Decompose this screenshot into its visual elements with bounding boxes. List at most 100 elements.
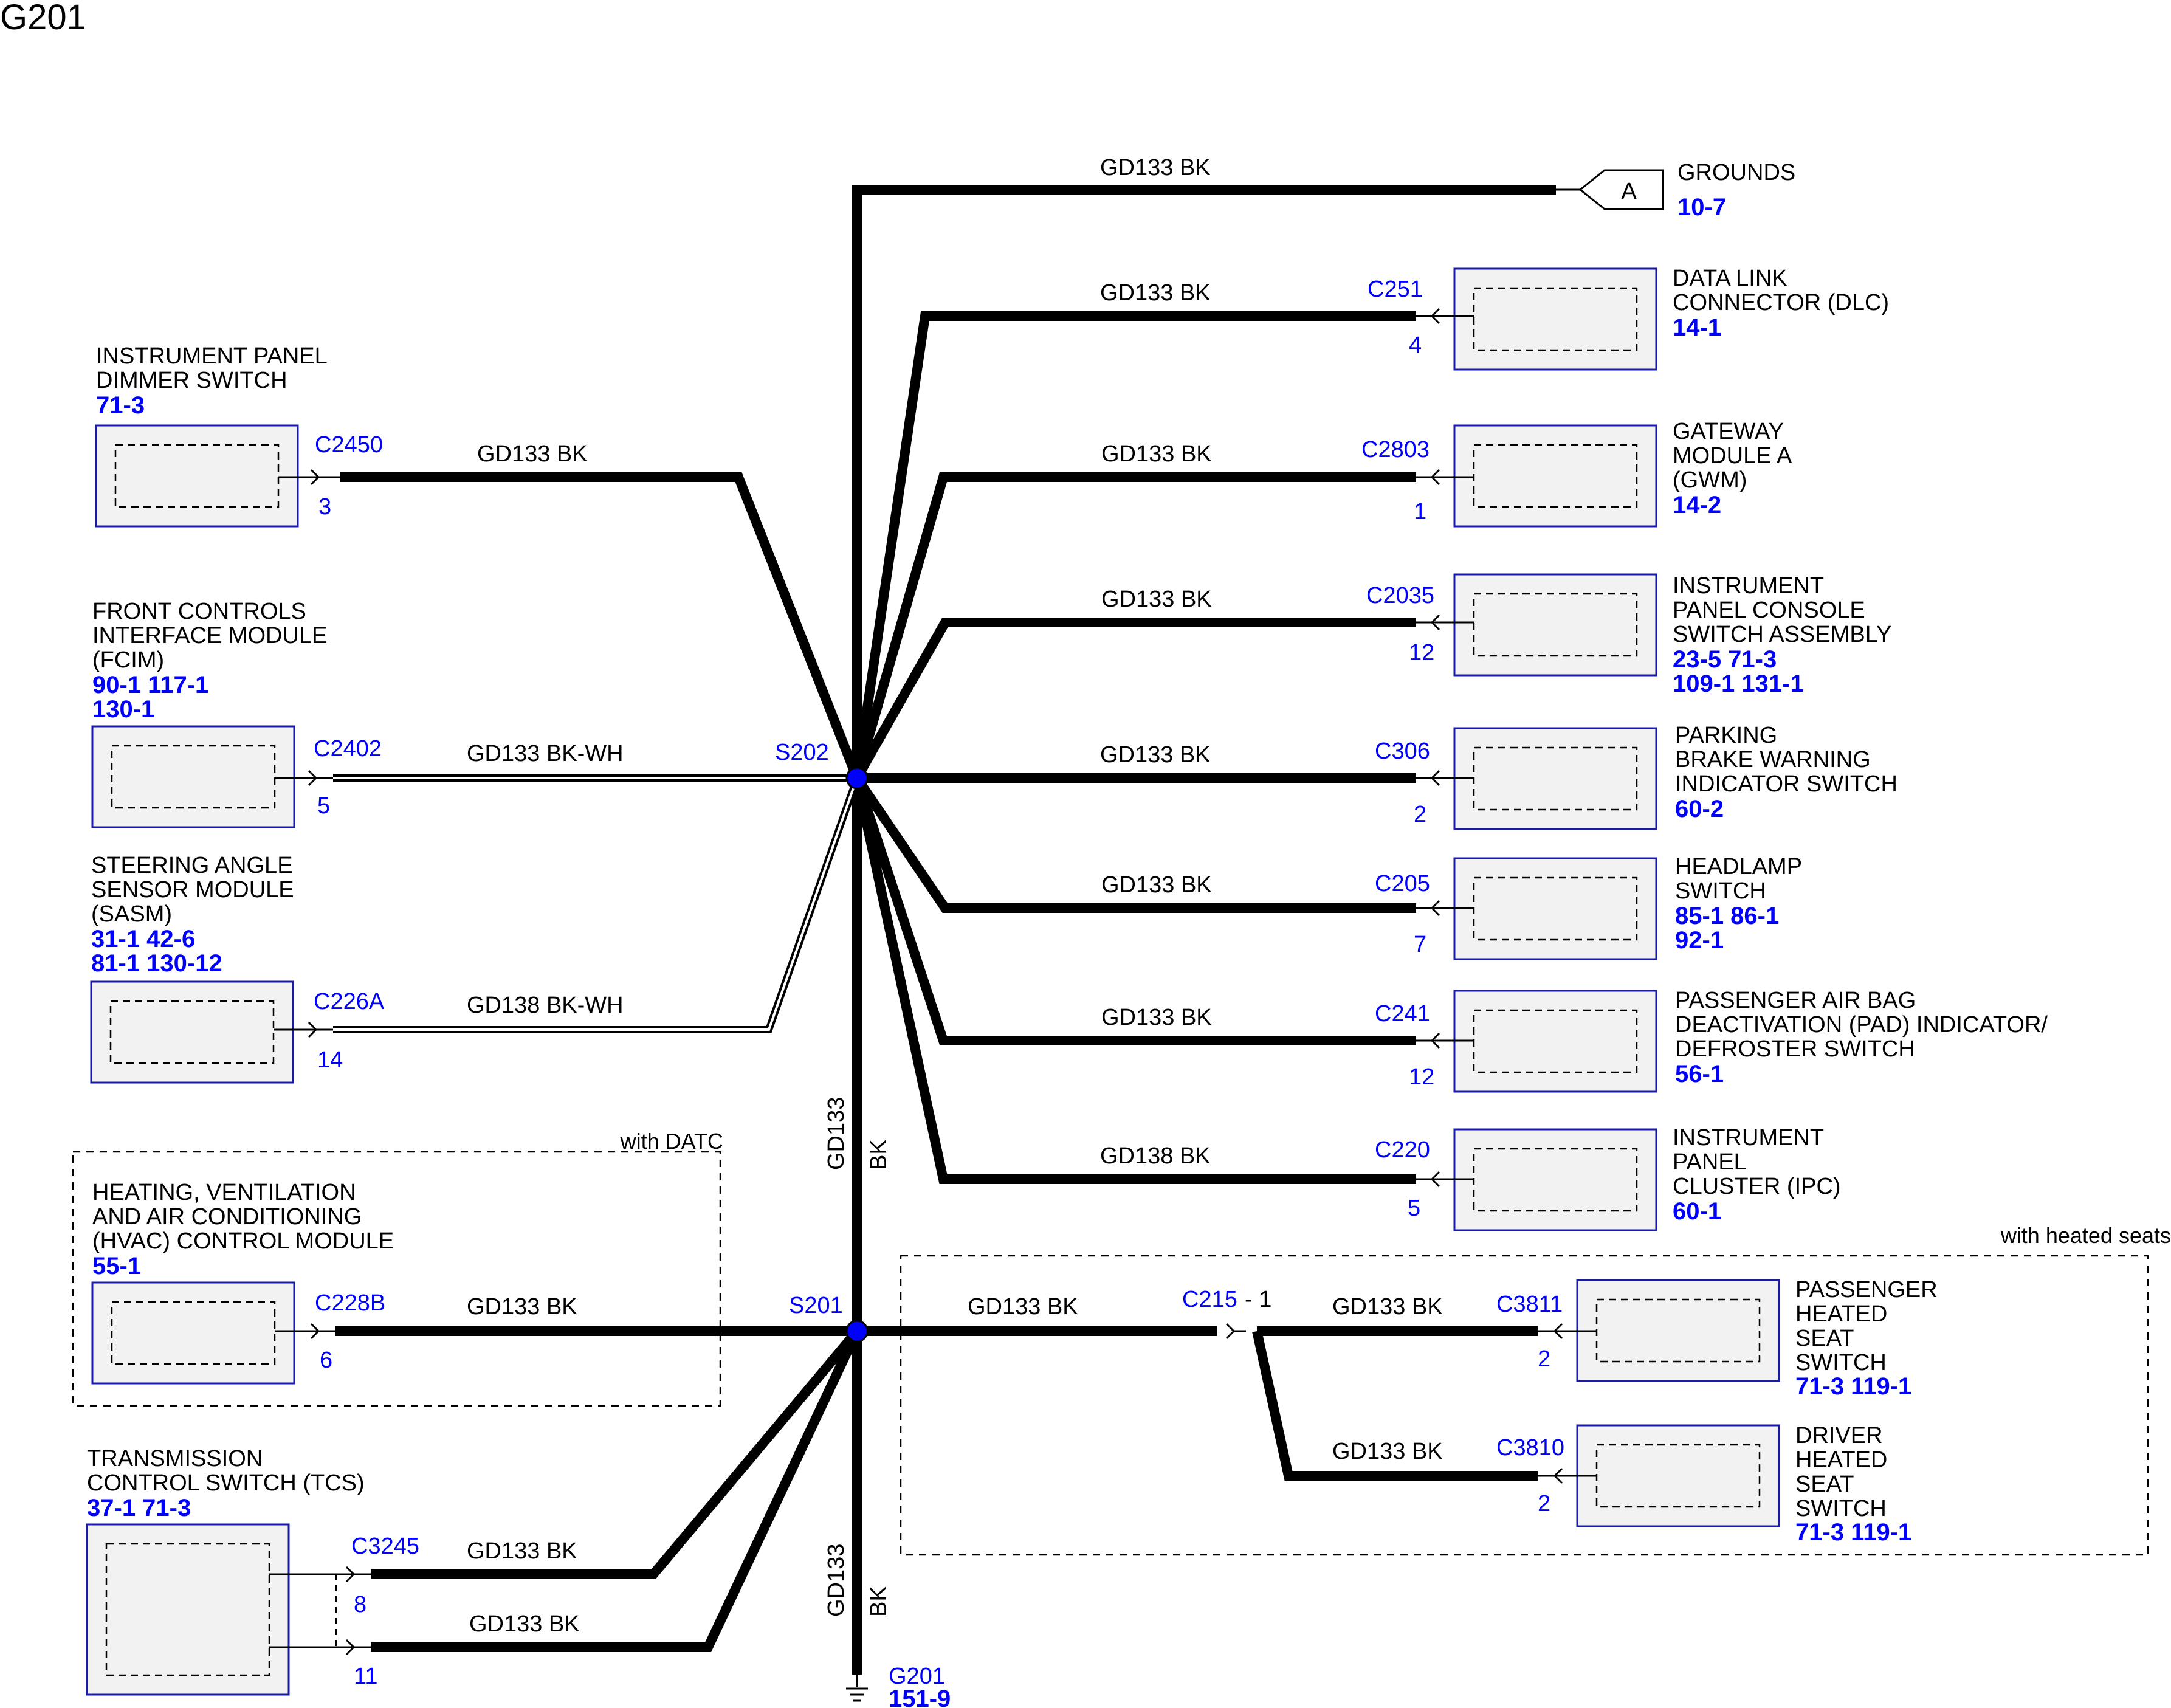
tcs-pin-11: 11 — [354, 1664, 377, 1689]
splice-s201 — [845, 1320, 869, 1343]
dimmer-name-line1: INSTRUMENT PANEL — [96, 343, 328, 369]
wire-label-dimmer: GD133 BK — [477, 441, 588, 467]
component-gwm: C2803 1 GATEWAY MODULE A (GWM) 14-2 — [1361, 419, 1792, 528]
driver-seat-pin: 2 — [1538, 1491, 1550, 1517]
component-pad-indicator: C241 12 PASSENGER AIR BAG DEACTIVATION (… — [1375, 988, 2048, 1093]
passenger-seat-ref: 71-3 119-1 — [1795, 1373, 1911, 1400]
tcs-ref: 37-1 71-3 — [87, 1495, 191, 1521]
pad-name-line3: DEFROSTER SWITCH — [1675, 1036, 1915, 1062]
wire-label-ipc: GD138 BK — [1100, 1143, 1211, 1169]
wire-label-gwm: GD133 BK — [1101, 441, 1212, 467]
tcs-connector-id: C3245 — [351, 1534, 419, 1559]
driver-seat-name-line1: DRIVER — [1795, 1423, 1883, 1448]
hvac-pin: 6 — [320, 1348, 332, 1373]
driver-seat-ref: 71-3 119-1 — [1795, 1519, 1911, 1546]
wiring-diagram: G201 with DATC with heated seats S202 S2… — [0, 0, 2171, 1708]
wire-label-parking: GD133 BK — [1100, 742, 1211, 768]
c215-connector-pin: - 1 — [1245, 1287, 1271, 1312]
dimmer-pin: 3 — [318, 494, 331, 520]
sasm-name-line1: STEERING ANGLE — [91, 853, 293, 878]
passenger-seat-name-line1: PASSENGER — [1795, 1277, 1938, 1303]
ground-g201-ref: 151-9 — [889, 1686, 951, 1708]
pad-name-line2: DEACTIVATION (PAD) INDICATOR/ — [1675, 1012, 2048, 1038]
dimmer-ref: 71-3 — [96, 392, 145, 419]
fcim-ref2: 130-1 — [92, 696, 154, 723]
passenger-seat-name-line3: SEAT — [1795, 1326, 1854, 1351]
sasm-name-line3: (SASM) — [91, 901, 172, 927]
wire-tcs-11 — [371, 1329, 862, 1652]
driver-seat-name-line2: HEATED — [1795, 1447, 1887, 1473]
fcim-connector-id: C2402 — [314, 736, 382, 762]
headlamp-name-line2: SWITCH — [1675, 878, 1766, 904]
ground-symbol-icon — [846, 1675, 868, 1702]
hvac-connector-id: C228B — [315, 1290, 385, 1316]
datc-option-label: with DATC — [620, 1129, 723, 1154]
wire-grounds — [852, 185, 1556, 778]
gwm-name-line1: GATEWAY — [1673, 419, 1784, 444]
console-ref2: 109-1 131-1 — [1673, 670, 1804, 697]
driver-seat-name-line4: SWITCH — [1795, 1496, 1887, 1521]
component-ipc: C220 5 INSTRUMENT PANEL CLUSTER (IPC) 60… — [1375, 1125, 1841, 1231]
component-driver-heated-seat-switch: C3810 2 DRIVER HEATED SEAT SWITCH 71-3 1… — [1496, 1423, 1911, 1546]
sasm-pin: 14 — [317, 1047, 343, 1073]
wire-label-grounds: GD133 BK — [1100, 155, 1211, 181]
pad-connector-id: C241 — [1375, 1001, 1430, 1027]
wire-label-headlamp: GD133 BK — [1101, 872, 1212, 898]
wire-dlc — [852, 311, 1416, 779]
component-sasm: C226A 14 STEERING ANGLE SENSOR MODULE (S… — [90, 853, 385, 1084]
driver-seat-connector-id: C3810 — [1496, 1435, 1564, 1461]
parking-name-line2: BRAKE WARNING — [1675, 747, 1871, 773]
ipc-connector-id: C220 — [1375, 1137, 1430, 1163]
wire-label-pad: GD133 BK — [1101, 1005, 1212, 1030]
trunk-lower-color-label: BK — [866, 1586, 892, 1617]
headlamp-ref2: 92-1 — [1675, 927, 1724, 954]
dlc-ref: 14-1 — [1673, 314, 1721, 341]
c215-connector-id: C215 — [1182, 1287, 1237, 1312]
grounds-flag-letter: A — [1621, 179, 1637, 204]
wire-sasm — [333, 777, 861, 1033]
ipc-name-line1: INSTRUMENT — [1673, 1125, 1824, 1151]
wire-label-driver-seat: GD133 BK — [1332, 1439, 1443, 1464]
wire-label-hvac: GD133 BK — [467, 1294, 577, 1320]
headlamp-name-line1: HEADLAMP — [1675, 854, 1802, 880]
dlc-name-line1: DATA LINK — [1673, 266, 1787, 291]
gwm-ref: 14-2 — [1673, 492, 1721, 518]
fcim-ref1: 90-1 117-1 — [92, 672, 208, 698]
component-dlc: C251 4 DATA LINK CONNECTOR (DLC) 14-1 — [1368, 266, 1889, 371]
console-name-line3: SWITCH ASSEMBLY — [1673, 622, 1891, 647]
wire-label-passenger-seat: GD133 BK — [1332, 1294, 1443, 1320]
console-pin: 12 — [1409, 640, 1434, 666]
sasm-ref1: 31-1 42-6 — [91, 926, 195, 952]
fcim-pin: 5 — [317, 793, 330, 819]
wire-label-console: GD133 BK — [1101, 587, 1212, 612]
gwm-name-line2: MODULE A — [1673, 443, 1792, 469]
parking-name-line1: PARKING — [1675, 723, 1777, 748]
console-connector-id: C2035 — [1366, 583, 1434, 608]
component-console-switch: C2035 12 INSTRUMENT PANEL CONSOLE SWITCH… — [1366, 573, 1891, 697]
splice-s202 — [845, 766, 869, 790]
dlc-connector-id: C251 — [1368, 277, 1423, 302]
tcs-name-line1: TRANSMISSION — [87, 1446, 263, 1472]
splice-s202-label: S202 — [775, 740, 829, 765]
ipc-ref: 60-1 — [1673, 1198, 1721, 1225]
wire-label-sasm: GD138 BK-WH — [467, 993, 624, 1018]
c215-connector-symbol — [1225, 1323, 1246, 1340]
driver-seat-name-line3: SEAT — [1795, 1472, 1854, 1497]
wire-label-s201-c215: GD133 BK — [968, 1294, 1078, 1320]
dimmer-name-line2: DIMMER SWITCH — [96, 368, 287, 393]
hvac-ref: 55-1 — [92, 1253, 141, 1279]
parking-ref: 60-2 — [1675, 796, 1724, 822]
trunk-upper-color-label: BK — [866, 1139, 892, 1170]
fcim-name-line3: (FCIM) — [92, 647, 164, 673]
wire-label-tcs-8: GD133 BK — [467, 1538, 577, 1564]
diagram-title: G201 — [0, 0, 86, 37]
sasm-connector-id: C226A — [314, 989, 385, 1014]
wire-label-fcim: GD133 BK-WH — [467, 741, 624, 766]
wire-dimmer — [340, 472, 862, 780]
component-fcim: C2402 5 FRONT CONTROLS INTERFACE MODULE … — [91, 599, 382, 828]
passenger-seat-name-line4: SWITCH — [1795, 1350, 1887, 1376]
parking-name-line3: INDICATOR SWITCH — [1675, 771, 1897, 797]
grounds-offpage-reference: A — [1556, 169, 1664, 210]
dlc-name-line2: CONNECTOR (DLC) — [1673, 290, 1889, 315]
console-name-line1: INSTRUMENT — [1673, 573, 1824, 599]
